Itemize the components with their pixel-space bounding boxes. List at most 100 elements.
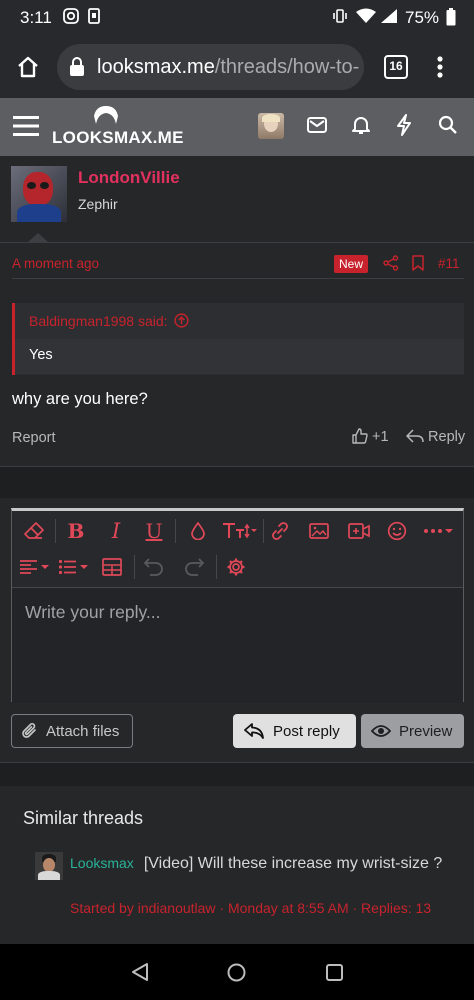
site-header: LOOKSMAX.ME bbox=[0, 98, 474, 156]
section-spacer bbox=[0, 466, 474, 498]
arrow-up-circle-icon bbox=[174, 313, 190, 328]
more-options-icon[interactable] bbox=[420, 517, 456, 545]
quick-reply: B I U Write your reply... Attach files P… bbox=[0, 498, 474, 762]
similar-thread-link[interactable]: Looksmax [Video] Will these increase my w… bbox=[70, 851, 455, 876]
post-reply-label: Post reply bbox=[273, 722, 340, 740]
poster-avatar[interactable] bbox=[11, 166, 67, 222]
paperclip-icon bbox=[22, 723, 36, 738]
link-icon[interactable] bbox=[266, 517, 294, 545]
align-icon[interactable] bbox=[18, 553, 52, 581]
site-logo[interactable]: LOOKSMAX.ME bbox=[52, 104, 183, 150]
preview-button[interactable]: Preview bbox=[361, 714, 464, 748]
user-avatar[interactable] bbox=[258, 113, 284, 139]
section-spacer bbox=[0, 762, 474, 786]
instagram-icon bbox=[63, 8, 79, 29]
smiley-icon[interactable] bbox=[383, 517, 411, 545]
url-domain: looksmax.me bbox=[97, 56, 215, 78]
notification-icon bbox=[88, 8, 100, 29]
quote-text: Yes bbox=[29, 347, 53, 363]
underline-icon[interactable]: U bbox=[140, 517, 168, 545]
report-link[interactable]: Report bbox=[12, 430, 56, 446]
thumbs-up-icon bbox=[352, 428, 368, 444]
undo-icon[interactable] bbox=[140, 553, 168, 581]
url-text: looksmax.me/threads/how-to- bbox=[97, 56, 359, 79]
home-icon[interactable] bbox=[16, 55, 40, 84]
media-icon[interactable] bbox=[345, 517, 373, 545]
post-header-divider bbox=[0, 242, 474, 243]
more-vert-icon[interactable] bbox=[436, 55, 444, 84]
quote-author-text: Baldingman1998 said: bbox=[29, 313, 168, 329]
logo-text: LOOKSMAX.ME bbox=[52, 128, 184, 147]
search-icon[interactable] bbox=[438, 115, 458, 140]
post-arrow bbox=[28, 233, 48, 242]
reply-icon bbox=[406, 429, 424, 443]
toolbar-separator bbox=[263, 519, 264, 543]
status-bar: 3:11 75% bbox=[0, 0, 474, 36]
similar-threads: Similar threads Looksmax [Video] Will the… bbox=[0, 786, 474, 944]
browser-toolbar: looksmax.me/threads/how-to- 16 bbox=[0, 36, 474, 98]
post-time[interactable]: A moment ago bbox=[12, 256, 99, 271]
attach-files-button[interactable]: Attach files bbox=[11, 714, 133, 748]
url-path: /threads/how-to- bbox=[214, 56, 360, 78]
eye-icon bbox=[371, 725, 391, 737]
list-icon[interactable] bbox=[57, 553, 91, 581]
bold-icon[interactable]: B bbox=[62, 517, 90, 545]
poster-title: Zephir bbox=[78, 196, 118, 212]
thread-prefix: Looksmax bbox=[70, 855, 134, 871]
post: LondonVillie Zephir A moment ago New #11… bbox=[0, 156, 474, 466]
toolbar-separator bbox=[134, 555, 135, 579]
preview-label: Preview bbox=[399, 722, 453, 740]
lightning-icon[interactable] bbox=[396, 114, 412, 141]
battery-percent: 75% bbox=[405, 8, 440, 27]
mail-icon[interactable] bbox=[307, 117, 327, 138]
poster-username[interactable]: LondonVillie bbox=[78, 168, 180, 188]
attach-files-label: Attach files bbox=[46, 722, 120, 740]
bell-icon[interactable] bbox=[352, 115, 370, 140]
reply-textarea[interactable]: Write your reply... bbox=[12, 587, 463, 703]
toolbar-separator bbox=[175, 519, 176, 543]
toolbar-separator bbox=[55, 519, 56, 543]
url-bar[interactable]: looksmax.me/threads/how-to- bbox=[57, 44, 364, 90]
lock-icon bbox=[69, 57, 85, 82]
post-number[interactable]: #11 bbox=[438, 256, 460, 271]
back-icon[interactable] bbox=[131, 963, 149, 986]
wifi-icon bbox=[356, 8, 376, 29]
new-badge: New bbox=[334, 255, 369, 273]
android-nav-bar bbox=[0, 944, 474, 1000]
reply-link[interactable]: Reply bbox=[406, 428, 465, 445]
redo-icon[interactable] bbox=[180, 553, 208, 581]
tab-switcher-button[interactable]: 16 bbox=[384, 55, 408, 79]
quote-content: Yes bbox=[15, 339, 464, 374]
reply-arrow-icon bbox=[244, 723, 264, 739]
clock: 3:11 bbox=[20, 8, 52, 27]
similar-threads-title: Similar threads bbox=[23, 808, 144, 828]
post-message: why are you here? bbox=[12, 390, 148, 408]
recents-icon[interactable] bbox=[326, 964, 343, 986]
editor-toolbar-row-1: B I U bbox=[12, 513, 463, 549]
gear-icon[interactable] bbox=[222, 553, 250, 581]
vibrate-icon bbox=[332, 8, 348, 29]
editor-toolbar-row-2 bbox=[12, 549, 463, 585]
thread-author-avatar[interactable] bbox=[35, 852, 63, 880]
font-size-icon[interactable] bbox=[219, 517, 259, 545]
eraser-icon[interactable] bbox=[20, 517, 48, 545]
quote-author[interactable]: Baldingman1998 said: bbox=[29, 313, 190, 329]
like-button[interactable]: +1 bbox=[352, 428, 389, 445]
home-button-icon[interactable] bbox=[227, 963, 246, 987]
thread-meta: Started by indianoutlaw · Monday at 8:55… bbox=[70, 900, 432, 916]
post-meta-divider bbox=[12, 278, 464, 279]
italic-icon[interactable]: I bbox=[102, 517, 130, 545]
menu-icon[interactable] bbox=[13, 115, 39, 142]
toolbar-separator bbox=[216, 555, 217, 579]
reply-placeholder: Write your reply... bbox=[25, 602, 161, 622]
color-drop-icon[interactable] bbox=[184, 517, 212, 545]
image-icon[interactable] bbox=[305, 517, 333, 545]
share-icon[interactable] bbox=[383, 255, 399, 276]
reply-label: Reply bbox=[428, 429, 466, 445]
signal-icon bbox=[380, 8, 398, 29]
post-reply-button[interactable]: Post reply bbox=[233, 714, 356, 748]
bookmark-icon[interactable] bbox=[412, 255, 424, 276]
table-icon[interactable] bbox=[98, 553, 126, 581]
battery-icon bbox=[446, 8, 456, 31]
thread-title: [Video] Will these increase my wrist-siz… bbox=[143, 855, 443, 872]
